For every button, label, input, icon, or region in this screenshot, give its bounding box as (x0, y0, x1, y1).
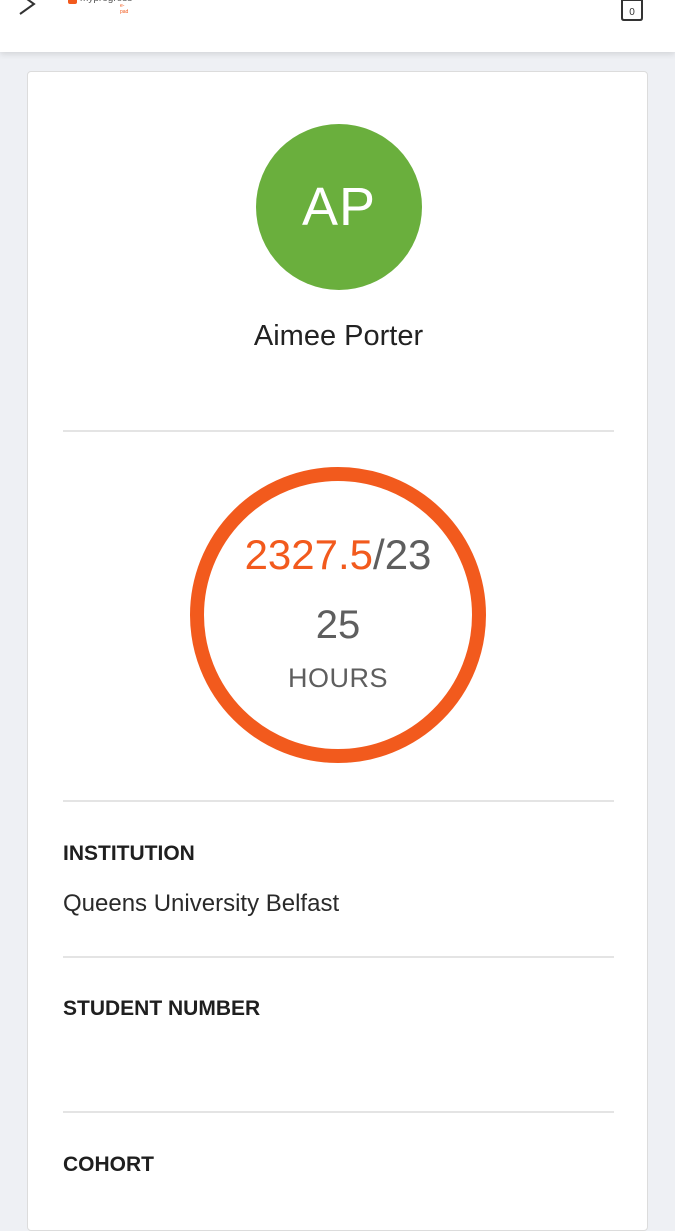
divider (63, 430, 614, 432)
cohort-label: COHORT (63, 1153, 154, 1176)
hours-completed: 2327.5 (244, 531, 374, 578)
hours-ratio: 2327.5/23 (188, 531, 488, 579)
logo-mark (68, 0, 77, 4)
hours-progress-text: 2327.5/23 25 HOURS (188, 465, 488, 765)
hours-total-part: /23 (373, 531, 432, 578)
top-bar: myprogress e-pad 0 (0, 0, 675, 52)
profile-card: AP Aimee Porter 2327.5/23 25 HOURS INSTI… (27, 71, 648, 1231)
logo-subtext: e-pad (120, 3, 129, 15)
hours-total-cont: 25 (315, 603, 361, 647)
shopping-bag-icon[interactable]: 0 (618, 0, 646, 22)
chevron-right-icon[interactable] (14, 0, 40, 18)
institution-value: Queens University Belfast (63, 890, 340, 917)
student-number-label: STUDENT NUMBER (63, 997, 261, 1020)
divider (63, 1111, 614, 1113)
divider (63, 800, 614, 802)
app-logo: myprogress e-pad (68, 0, 132, 15)
institution-label: INSTITUTION (63, 842, 195, 865)
divider (63, 956, 614, 958)
avatar: AP (256, 124, 422, 290)
avatar-initials: AP (301, 177, 377, 237)
user-name: Aimee Porter (253, 320, 424, 352)
hours-unit: HOURS (287, 663, 388, 693)
cart-count: 0 (629, 7, 635, 18)
